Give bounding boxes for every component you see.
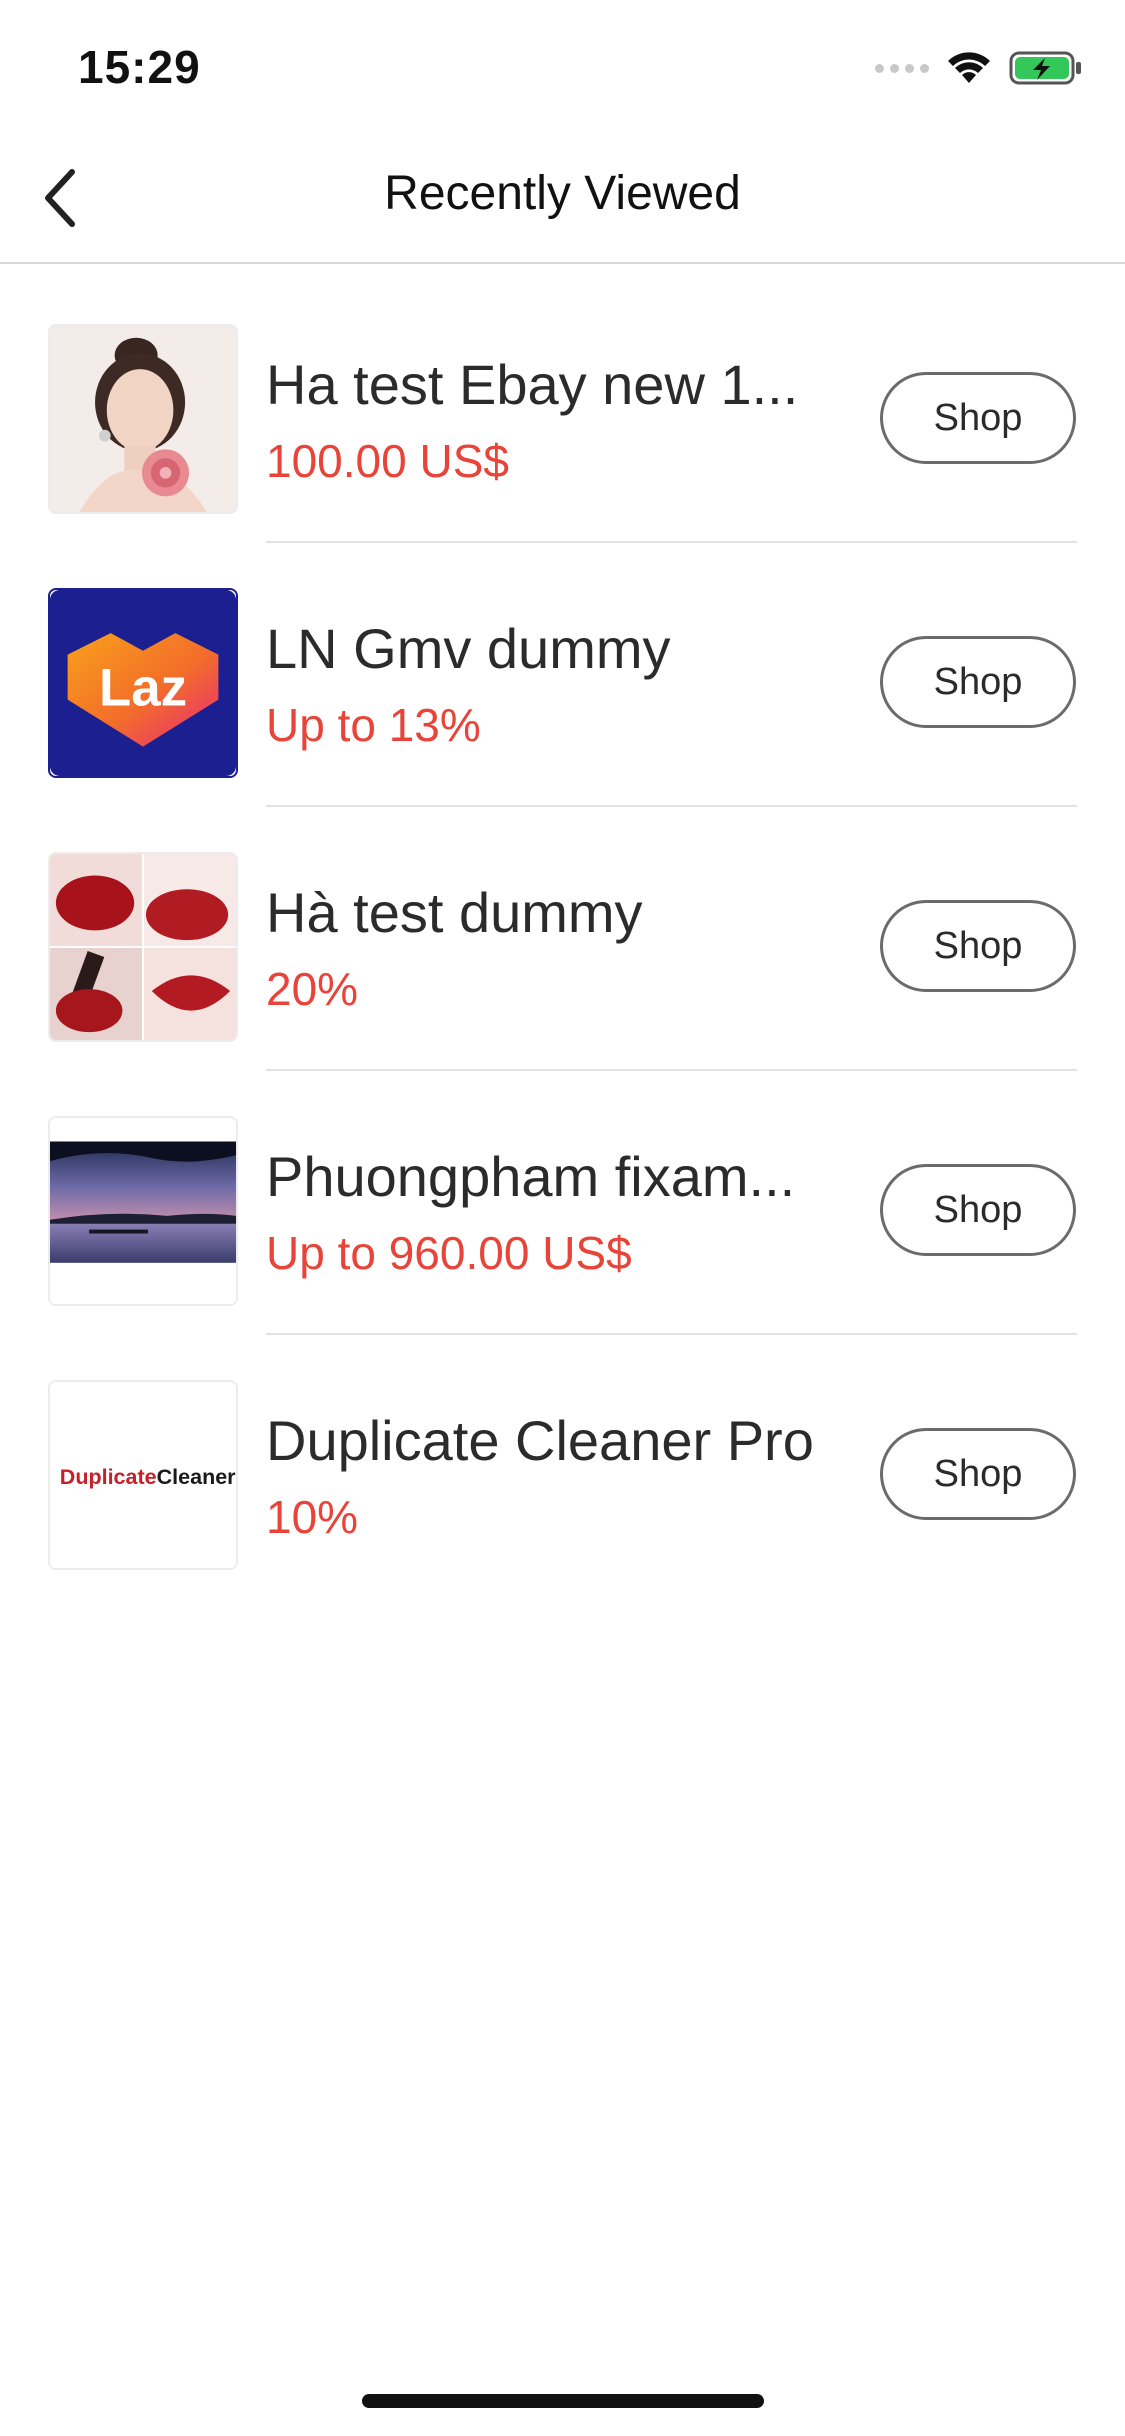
item-name: Ha test Ebay new 1... bbox=[266, 353, 799, 416]
item-name: Phuongpham fixam... bbox=[266, 1145, 796, 1208]
shop-button[interactable]: Shop bbox=[880, 1428, 1076, 1520]
item-offer: Up to 13% bbox=[266, 699, 481, 751]
item-offer: 100.00 US$ bbox=[266, 435, 509, 487]
item-offer: 10% bbox=[266, 1491, 359, 1543]
lake-sunset-thumbnail bbox=[48, 1116, 238, 1306]
list-item[interactable]: Phuongpham fixam... Up to 960.00 US$ Sho… bbox=[0, 1056, 1125, 1335]
nav-bar: Recently Viewed bbox=[0, 132, 1125, 264]
lazada-logo-thumbnail: Laz bbox=[48, 588, 238, 778]
item-offer: Up to 960.00 US$ bbox=[266, 1227, 632, 1279]
shop-button[interactable]: Shop bbox=[880, 1164, 1076, 1256]
page-title: Recently Viewed bbox=[384, 167, 741, 220]
shop-button[interactable]: Shop bbox=[880, 372, 1076, 464]
wifi-icon bbox=[948, 52, 990, 83]
svg-text:DuplicateCleaner: DuplicateCleaner bbox=[60, 1465, 236, 1489]
battery-charging-icon bbox=[1009, 51, 1081, 85]
cellular-signal-icon bbox=[875, 63, 929, 73]
item-name: LN Gmv dummy bbox=[266, 617, 671, 680]
logo-text-duplicate: Duplicate bbox=[60, 1465, 157, 1489]
shop-button[interactable]: Shop bbox=[880, 636, 1076, 728]
list-item[interactable]: Ha test Ebay new 1... 100.00 US$ Shop bbox=[0, 264, 1125, 543]
item-name: Duplicate Cleaner Pro bbox=[266, 1409, 814, 1472]
lazada-logo-text: Laz bbox=[99, 659, 187, 718]
portrait-photo-thumbnail bbox=[48, 324, 238, 514]
home-indicator bbox=[362, 2394, 764, 2408]
item-name: Hà test dummy bbox=[266, 881, 643, 944]
item-offer: 20% bbox=[266, 963, 359, 1015]
list-item[interactable]: Laz LN Gmv dummy Up to 13% Shop bbox=[0, 528, 1125, 807]
list-item[interactable]: Hà test dummy 20% Shop bbox=[0, 792, 1125, 1071]
lipstick-swatches-thumbnail bbox=[48, 852, 238, 1042]
status-icons bbox=[875, 44, 1083, 92]
shop-button[interactable]: Shop bbox=[880, 900, 1076, 992]
duplicate-cleaner-logo-thumbnail: DuplicateCleaner bbox=[48, 1380, 238, 1570]
recently-viewed-list: Ha test Ebay new 1... 100.00 US$ Shop La… bbox=[0, 264, 1125, 1584]
logo-text-cleaner: Cleaner bbox=[157, 1465, 236, 1489]
status-bar: 15:29 bbox=[0, 0, 1125, 132]
list-item[interactable]: DuplicateCleaner Duplicate Cleaner Pro 1… bbox=[0, 1320, 1125, 1584]
status-time: 15:29 bbox=[78, 41, 201, 93]
